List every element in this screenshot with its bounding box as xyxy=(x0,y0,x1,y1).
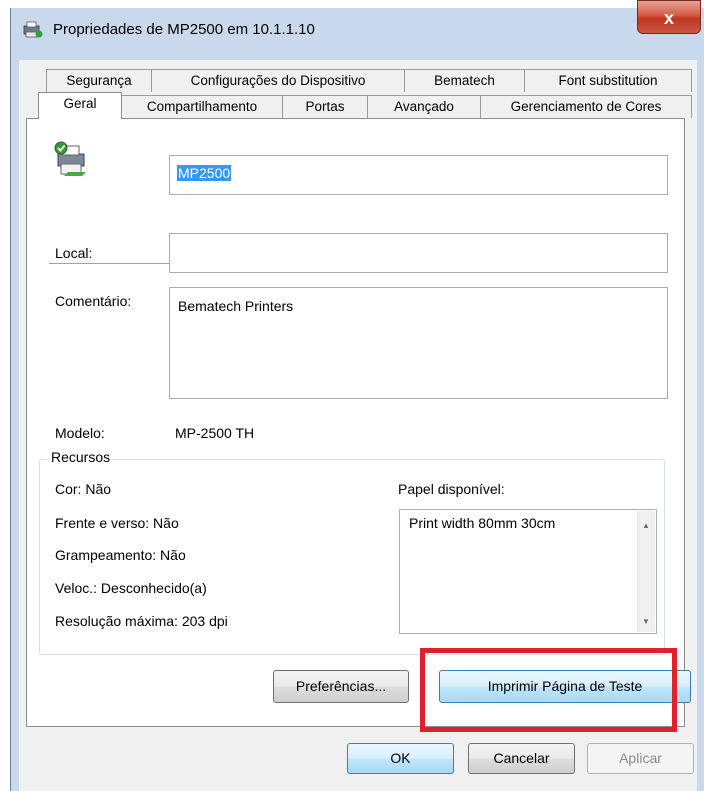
highlight-box xyxy=(420,648,677,732)
printer-name-field[interactable]: MP2500 xyxy=(169,155,668,195)
comment-label: Comentário: xyxy=(55,293,132,309)
tab-configuracoes-dispositivo[interactable]: Configurações do Dispositivo xyxy=(151,69,405,92)
close-button[interactable]: x xyxy=(637,0,701,34)
feature-color: Cor: Não xyxy=(55,481,112,497)
tab-avancado[interactable]: Avançado xyxy=(367,95,481,118)
tab-seguranca[interactable]: Segurança xyxy=(46,69,152,92)
cancel-button[interactable]: Cancelar xyxy=(468,743,575,774)
tab-geral[interactable]: Geral xyxy=(38,92,122,119)
paper-list-item[interactable]: Print width 80mm 30cm xyxy=(409,515,555,531)
feature-staple: Grampeamento: Não xyxy=(55,547,186,563)
paper-available-label: Papel disponível: xyxy=(398,481,505,497)
general-tab-panel: MP2500 Local: Comentário: Bematech Print… xyxy=(26,118,691,727)
tab-portas[interactable]: Portas xyxy=(282,95,368,118)
printer-icon xyxy=(54,141,86,176)
scroll-down-icon[interactable]: ▼ xyxy=(642,617,650,626)
local-label: Local: xyxy=(55,245,93,261)
title-bar: Propriedades de MP2500 em 10.1.1.10 x xyxy=(11,0,704,50)
comment-value: Bematech Printers xyxy=(178,298,294,314)
model-value: MP-2500 TH xyxy=(175,425,255,441)
model-label: Modelo: xyxy=(55,425,105,441)
tab-font-substitution[interactable]: Font substitution xyxy=(524,69,692,92)
printer-name-value: MP2500 xyxy=(177,165,232,181)
tab-bematech[interactable]: Bematech xyxy=(404,69,525,92)
preferences-button[interactable]: Preferências... xyxy=(273,670,409,703)
tab-gerenciamento-cores[interactable]: Gerenciamento de Cores xyxy=(480,95,692,118)
feature-duplex: Frente e verso: Não xyxy=(55,515,179,531)
features-group-label: Recursos xyxy=(49,449,113,465)
tab-compartilhamento[interactable]: Compartilhamento xyxy=(121,95,283,118)
feature-speed: Veloc.: Desconhecido(a) xyxy=(55,580,207,596)
scroll-up-icon[interactable]: ▲ xyxy=(642,521,650,530)
printer-app-icon xyxy=(23,21,43,38)
apply-button[interactable]: Aplicar xyxy=(587,743,694,774)
feature-resolution: Resolução máxima: 203 dpi xyxy=(55,613,228,629)
ok-button[interactable]: OK xyxy=(347,743,454,774)
comment-field[interactable]: Bematech Printers xyxy=(169,287,668,399)
paper-list-scrollbar[interactable]: ▲ ▼ xyxy=(637,511,655,632)
paper-list[interactable]: Print width 80mm 30cm ▲ ▼ xyxy=(399,509,657,634)
window-title: Propriedades de MP2500 em 10.1.1.10 xyxy=(53,21,315,38)
local-field[interactable] xyxy=(169,233,668,273)
